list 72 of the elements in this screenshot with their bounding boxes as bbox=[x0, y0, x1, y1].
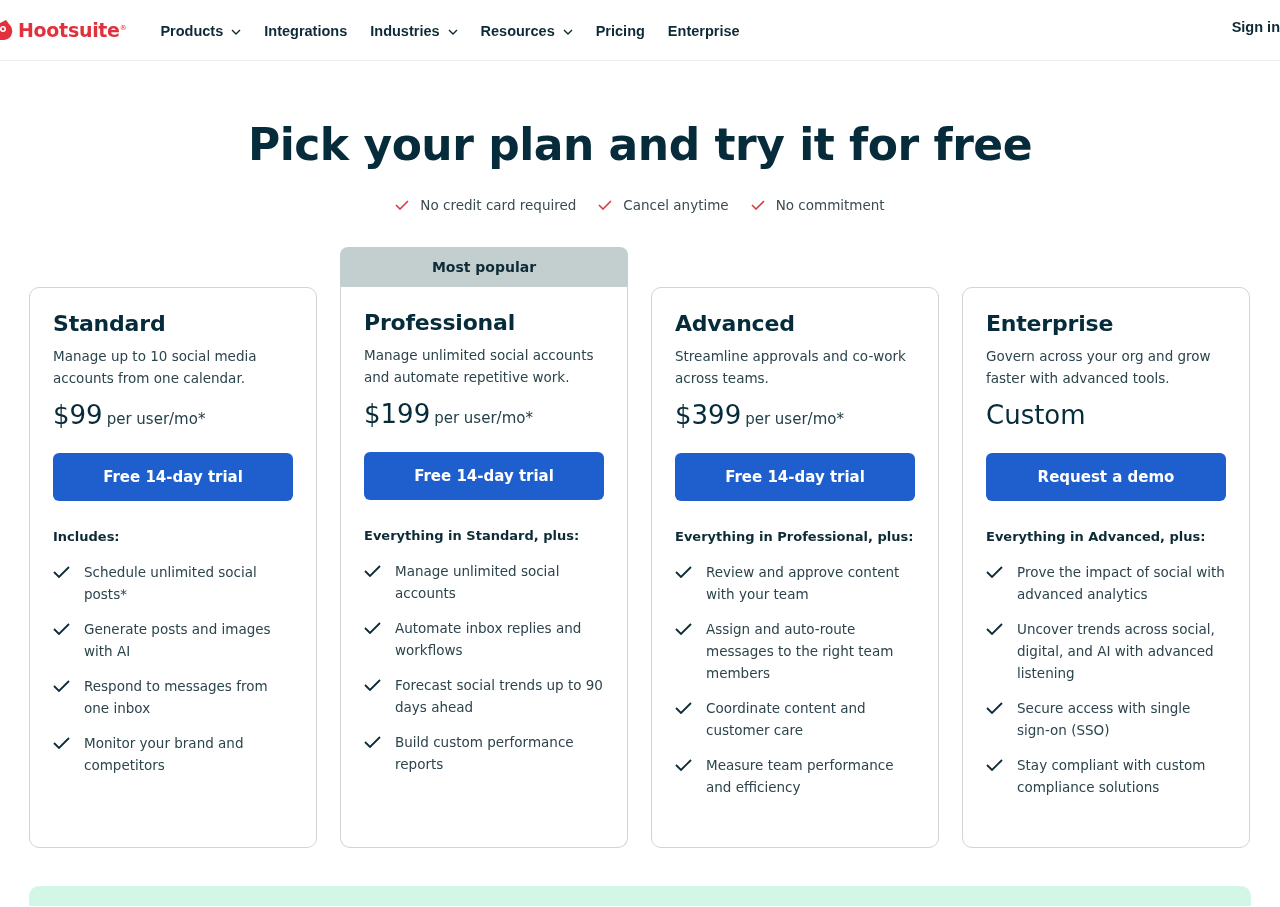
plan-price: Custom bbox=[986, 399, 1086, 432]
feature-text: Secure access with single sign-on (SSO) bbox=[1017, 699, 1192, 740]
feature-text: Schedule unlimited social posts* bbox=[84, 563, 258, 604]
trial-button[interactable]: Free 14-day trial bbox=[675, 453, 915, 501]
trial-button[interactable]: Request a demo bbox=[986, 453, 1226, 501]
plan-price: $99 bbox=[53, 399, 103, 432]
check-icon bbox=[364, 736, 381, 748]
check-icon bbox=[675, 623, 692, 635]
features-heading: Everything in Standard, plus: bbox=[364, 527, 581, 545]
check-icon bbox=[364, 679, 381, 691]
sign-in-link[interactable]: Sign in bbox=[1231, 17, 1280, 39]
nav-link[interactable]: Pricing bbox=[595, 17, 645, 43]
feature-text: Manage unlimited social accounts bbox=[395, 562, 561, 603]
check-icon bbox=[53, 566, 70, 578]
feature-text: Uncover trends across social, digital, and AI with advanced listening bbox=[1017, 620, 1216, 683]
nav-link[interactable]: Enterprise bbox=[667, 17, 740, 43]
check-icon bbox=[53, 680, 70, 692]
feature-text: Assign and auto-route messages to the right team members bbox=[706, 620, 895, 683]
perk-text: No credit card required bbox=[420, 196, 577, 215]
plan-price: $199 bbox=[364, 398, 431, 431]
nav-link[interactable]: Products bbox=[160, 17, 242, 43]
feature-text: Build custom performance reports bbox=[395, 733, 575, 774]
check-icon bbox=[675, 759, 692, 771]
plan-name: Advanced bbox=[675, 310, 796, 338]
trial-button[interactable]: Free 14-day trial bbox=[53, 453, 293, 501]
check-icon bbox=[675, 702, 692, 714]
feature-text: Stay compliant with custom compliance solutions bbox=[1017, 756, 1207, 797]
features-heading: Everything in Professional, plus: bbox=[675, 528, 915, 546]
page-title: Pick your plan and try it for free bbox=[246, 118, 1034, 172]
perk-text: Cancel anytime bbox=[623, 196, 729, 215]
plan-description: Govern across your org and grow faster with advanced tools. bbox=[986, 347, 1212, 388]
plan-description: Streamline approvals and co-work across teams. bbox=[675, 347, 907, 388]
owl-logo-icon bbox=[0, 20, 13, 40]
check-icon bbox=[986, 759, 1003, 771]
feature-text: Review and approve content with your team bbox=[706, 563, 901, 604]
check-icon bbox=[750, 200, 765, 210]
check-icon bbox=[986, 702, 1003, 714]
check-icon bbox=[598, 200, 613, 210]
check-icon bbox=[986, 566, 1003, 578]
plan-name: Professional bbox=[364, 309, 517, 337]
nav-link[interactable]: Industries bbox=[370, 17, 458, 43]
check-icon bbox=[364, 565, 381, 577]
check-icon bbox=[395, 200, 410, 210]
logo-link[interactable]: Hootsuite$^{®}$ bbox=[0, 15, 127, 45]
check-icon bbox=[53, 737, 70, 749]
feature-text: Forecast social trends up to 90 days ahead bbox=[395, 676, 604, 717]
plan-description: Manage up to 10 social media accounts from one calendar. bbox=[53, 347, 258, 388]
price-unit: per user/mo* bbox=[434, 408, 533, 429]
check-icon bbox=[675, 566, 692, 578]
price-unit: per user/mo* bbox=[745, 409, 844, 430]
feature-text: Generate posts and images with AI bbox=[84, 620, 272, 661]
trial-button[interactable]: Free 14-day trial bbox=[364, 452, 604, 500]
feature-text: Measure team performance and efficiency bbox=[706, 756, 895, 797]
feature-text: Monitor your brand and competitors bbox=[84, 734, 245, 775]
nav-link[interactable]: Resources bbox=[480, 17, 573, 43]
feature-text: Coordinate content and customer care bbox=[706, 699, 867, 740]
features-heading: Everything in Advanced, plus: bbox=[986, 528, 1207, 546]
popular-badge: Most popular bbox=[340, 247, 628, 287]
plan-name: Standard bbox=[53, 310, 167, 338]
feature-text: Automate inbox replies and workflows bbox=[395, 619, 583, 660]
plan-description: Manage unlimited social accounts and automate repetitive work. bbox=[364, 346, 595, 387]
check-icon bbox=[986, 623, 1003, 635]
perk-text: No commitment bbox=[775, 196, 885, 215]
check-icon bbox=[364, 622, 381, 634]
plan-name: Enterprise bbox=[986, 310, 1115, 338]
features-heading: Includes: bbox=[53, 528, 121, 546]
feature-text: Respond to messages from one inbox bbox=[84, 677, 269, 718]
plan-price: $399 bbox=[675, 399, 742, 432]
price-unit: per user/mo* bbox=[106, 409, 206, 430]
nav-link[interactable]: Integrations bbox=[264, 17, 348, 43]
check-icon bbox=[53, 623, 70, 635]
feature-text: Prove the impact of social with advanced analytics bbox=[1017, 563, 1226, 604]
